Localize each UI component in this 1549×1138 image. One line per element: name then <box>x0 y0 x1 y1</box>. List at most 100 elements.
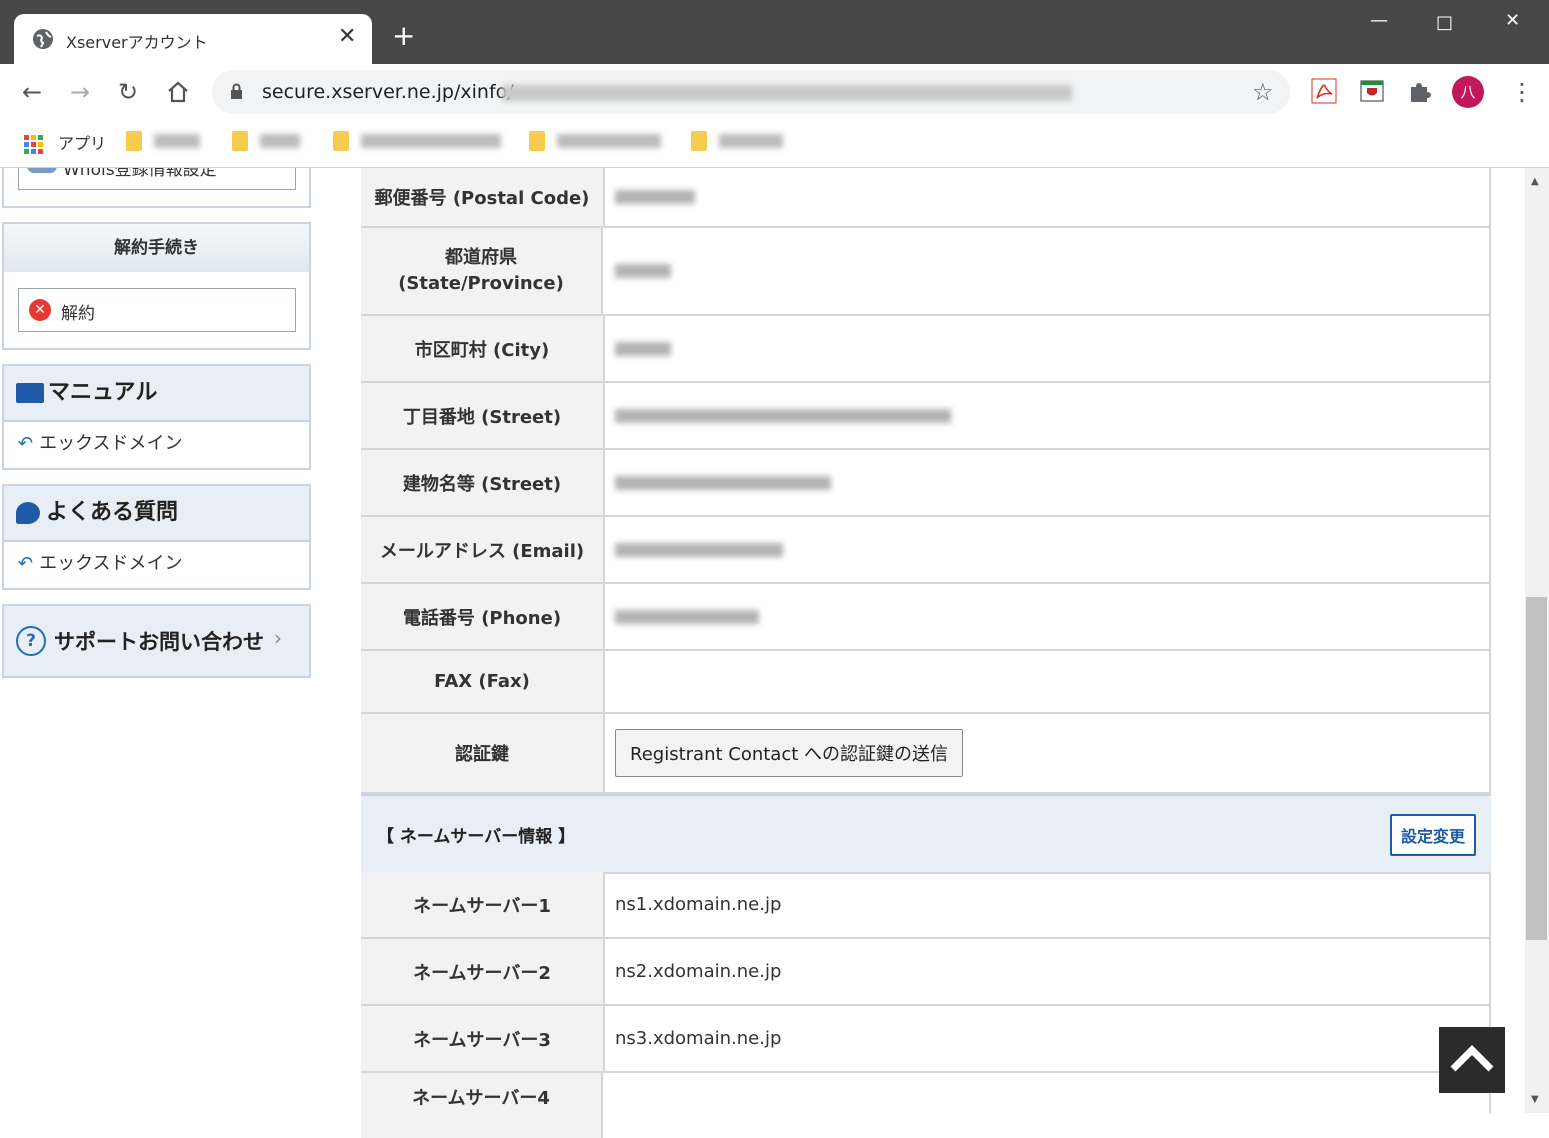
street2-label: 建物名等 (Street) <box>361 450 605 515</box>
auth-key-cell: Registrant Contact への認証鍵の送信 <box>615 714 964 792</box>
browser-menu-icon[interactable]: ⋮ <box>1510 78 1534 106</box>
bookmark-folder[interactable] <box>529 130 661 154</box>
apps-grid-icon <box>24 134 43 154</box>
book-icon <box>16 383 44 403</box>
faq-item-label: エックスドメイン <box>39 553 183 574</box>
nameserver4-label: ネームサーバー4 <box>361 1073 603 1138</box>
manual-header: マニュアル <box>4 366 309 422</box>
bookmark-blurred-label <box>361 133 501 148</box>
address-bar[interactable]: secure.xserver.ne.jp/xinfo/ ☆ <box>212 70 1290 114</box>
faq-title: よくある質問 <box>46 500 179 525</box>
send-auth-key-button[interactable]: Registrant Contact への認証鍵の送信 <box>615 729 964 777</box>
globe-icon <box>27 168 57 173</box>
bookmarks-bar: アプリ <box>0 120 1549 168</box>
table-row: 電話番号 (Phone) <box>361 584 1491 651</box>
table-row: 認証鍵 Registrant Contact への認証鍵の送信 <box>361 714 1491 794</box>
whois-button-label: Whois登録情報設定 <box>63 168 217 180</box>
tab-close-icon[interactable]: ✕ <box>338 24 356 49</box>
table-row: ネームサーバー1 ns1.xdomain.ne.jp <box>361 872 1491 939</box>
xdomain-logo-icon: ↶ <box>18 433 34 454</box>
acrobat-extension-icon[interactable] <box>1311 78 1337 104</box>
state-label: 都道府県 (State/Province) <box>361 228 603 314</box>
nameserver1-value: ns1.xdomain.ne.jp <box>615 894 782 915</box>
bookmark-blurred-label <box>260 133 300 148</box>
cancel-button[interactable]: ✕ 解約 <box>18 288 296 332</box>
apps-bookmark[interactable]: アプリ <box>24 130 106 154</box>
phone-label: 電話番号 (Phone) <box>361 584 605 649</box>
manual-link-xdomain[interactable]: ↶ エックスドメイン <box>4 422 309 466</box>
whois-box: Whois登録情報設定 <box>2 168 311 208</box>
folder-icon <box>232 130 248 151</box>
bookmark-blurred-label <box>557 133 661 148</box>
profile-avatar[interactable]: 八 <box>1452 76 1484 108</box>
whois-settings-button[interactable]: Whois登録情報設定 <box>18 168 296 190</box>
lock-icon <box>231 83 242 99</box>
street1-value <box>615 383 951 448</box>
postal-code-value <box>615 168 695 226</box>
speech-bubble-icon <box>16 502 40 524</box>
table-row: 市区町村 (City) <box>361 316 1491 383</box>
bookmark-folder[interactable] <box>333 130 501 154</box>
back-arrow-icon[interactable]: ← <box>22 78 42 106</box>
folder-icon <box>691 130 707 151</box>
table-row: メールアドレス (Email) <box>361 517 1491 584</box>
nameserver-section-header: 【 ネームサーバー情報 】 設定変更 <box>361 794 1491 874</box>
browser-tab[interactable]: Xserverアカウント ✕ <box>14 14 372 64</box>
cancel-button-label: 解約 <box>61 304 95 324</box>
scroll-up-arrow-icon[interactable]: ▲ <box>1531 176 1539 187</box>
email-value <box>615 517 783 582</box>
maximize-icon[interactable]: □ <box>1436 12 1453 33</box>
url-blurred-path <box>502 85 1072 101</box>
faq-box: よくある質問 ↶ エックスドメイン <box>2 484 311 590</box>
phone-value <box>615 584 759 649</box>
xdomain-logo-icon: ↶ <box>18 553 34 574</box>
support-title: サポートお問い合わせ <box>54 630 264 654</box>
folder-icon <box>333 130 349 151</box>
puzzle-extensions-icon[interactable] <box>1407 78 1433 104</box>
forward-arrow-icon[interactable]: → <box>70 78 90 106</box>
browser-toolbar: ← → ↻ secure.xserver.ne.jp/xinfo/ ☆ 八 ⋮ <box>0 64 1549 120</box>
apps-label: アプリ <box>58 134 107 153</box>
reload-icon[interactable]: ↻ <box>118 78 138 106</box>
scrollbar-thumb[interactable] <box>1526 597 1547 940</box>
bookmark-folder[interactable] <box>691 130 783 154</box>
browser-title-bar: Xserverアカウント ✕ + — □ ✕ <box>0 0 1549 64</box>
street1-label: 丁目番地 (Street) <box>361 383 605 448</box>
faq-link-xdomain[interactable]: ↶ エックスドメイン <box>4 542 309 586</box>
city-label: 市区町村 (City) <box>361 316 605 381</box>
nameserver3-value: ns3.xdomain.ne.jp <box>615 1028 782 1049</box>
cancel-procedure-box: 解約手続き ✕ 解約 <box>2 222 311 350</box>
email-label: メールアドレス (Email) <box>361 517 605 582</box>
table-row: 丁目番地 (Street) <box>361 383 1491 450</box>
auth-key-label: 認証鍵 <box>361 714 605 792</box>
window-close-icon[interactable]: ✕ <box>1505 10 1520 31</box>
back-to-top-button[interactable] <box>1439 1027 1505 1093</box>
manual-title: マニュアル <box>48 380 158 405</box>
new-tab-button[interactable]: + <box>392 22 415 50</box>
bookmark-star-icon[interactable]: ☆ <box>1252 78 1274 106</box>
support-contact-box[interactable]: ? サポートお問い合わせ › <box>2 604 311 678</box>
street2-value <box>615 450 831 515</box>
folder-icon <box>126 130 142 151</box>
faq-header: よくある質問 <box>4 486 309 542</box>
table-row: 都道府県 (State/Province) <box>361 228 1491 316</box>
table-row: ネームサーバー3 ns3.xdomain.ne.jp <box>361 1006 1491 1073</box>
chevron-right-icon: › <box>274 626 282 650</box>
folder-icon <box>529 130 545 151</box>
scroll-down-arrow-icon[interactable]: ▼ <box>1531 1094 1539 1105</box>
url-text: secure.xserver.ne.jp/xinfo/ <box>262 81 514 103</box>
home-icon[interactable] <box>166 80 190 104</box>
nameserver2-label: ネームサーバー2 <box>361 939 605 1004</box>
table-row: ネームサーバー4 <box>361 1073 1491 1138</box>
bookmark-folder[interactable] <box>232 130 300 154</box>
bookmark-folder[interactable] <box>126 130 200 154</box>
table-row: 郵便番号 (Postal Code) <box>361 168 1491 228</box>
nameserver-edit-button[interactable]: 設定変更 <box>1390 814 1477 856</box>
shield-extension-icon[interactable] <box>1359 78 1385 104</box>
bookmark-blurred-label <box>719 133 783 148</box>
minimize-icon[interactable]: — <box>1370 10 1388 31</box>
cancel-x-icon: ✕ <box>29 299 51 321</box>
table-row: 建物名等 (Street) <box>361 450 1491 517</box>
question-circle-icon: ? <box>16 626 46 656</box>
city-value <box>615 316 671 381</box>
